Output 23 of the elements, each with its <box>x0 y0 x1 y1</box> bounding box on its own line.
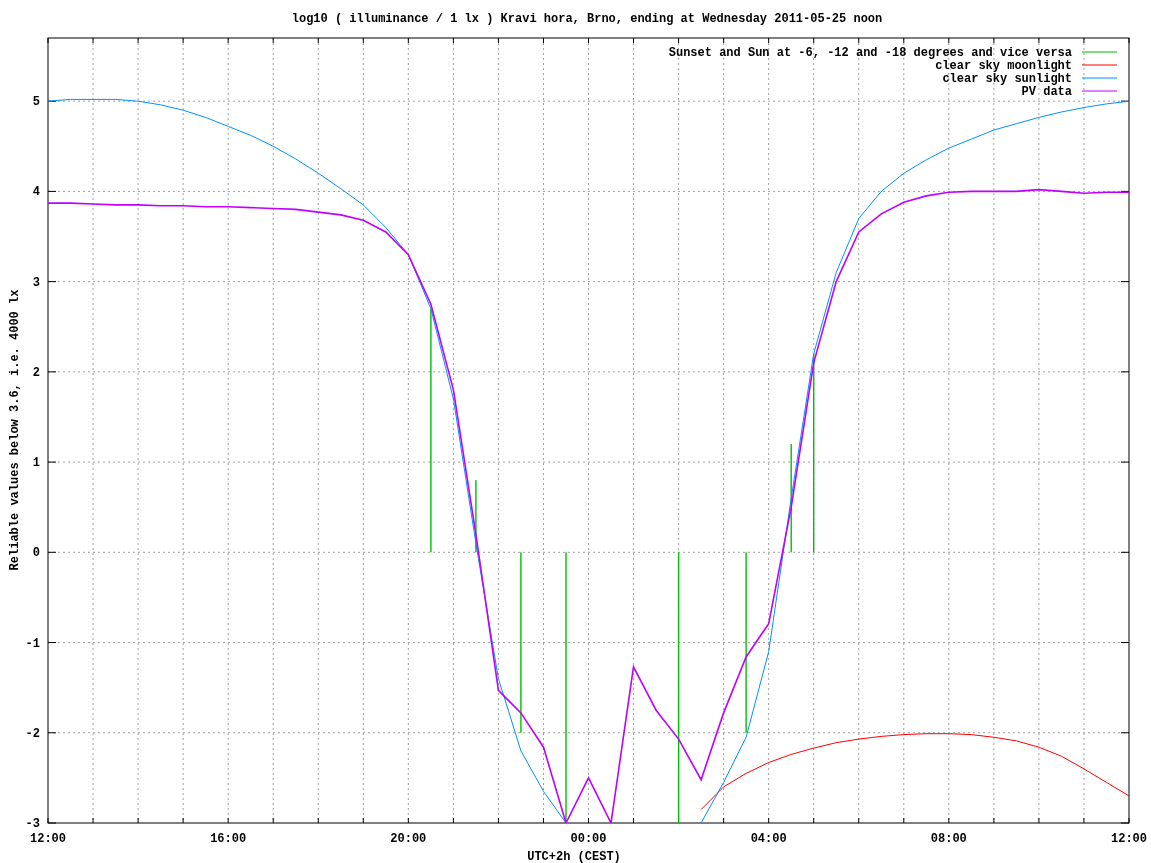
tick-label: -3 <box>25 817 40 831</box>
tick-label: 3 <box>32 275 40 290</box>
legend-label: PV data <box>1021 85 1072 99</box>
tick-label: 00:00 <box>570 832 607 846</box>
tick-label: -2 <box>25 726 40 741</box>
chart-title: log10 ( illuminance / 1 lx ) Kravi hora, Brno, ending at Wednesday 2011-05-25 noon <box>291 12 883 26</box>
legend-label: clear sky moonlight <box>935 59 1072 73</box>
axis-title: Reliable values below 3.6, i.e. 4000 lx <box>8 289 22 571</box>
tick-label: 2 <box>32 365 40 380</box>
tick-label: -1 <box>25 636 40 651</box>
tick-label: 12:00 <box>30 832 66 846</box>
axis-title: UTC+2h (CEST) <box>527 850 621 863</box>
tick-label: 04:00 <box>750 832 787 846</box>
tick-label: 20:00 <box>390 832 427 846</box>
tick-label: 16:00 <box>210 832 247 846</box>
legend-label: clear sky sunlight <box>942 72 1072 86</box>
legend-label: Sunset and Sun at -6, -12 and -18 degrees and vice versa <box>668 46 1072 60</box>
tick-label: 1 <box>32 456 40 471</box>
tick-label: 4 <box>32 185 40 200</box>
tick-label: 5 <box>32 95 40 110</box>
tick-label: 0 <box>32 546 40 561</box>
tick-label: 08:00 <box>930 832 967 846</box>
tick-label: 12:00 <box>1111 832 1147 846</box>
